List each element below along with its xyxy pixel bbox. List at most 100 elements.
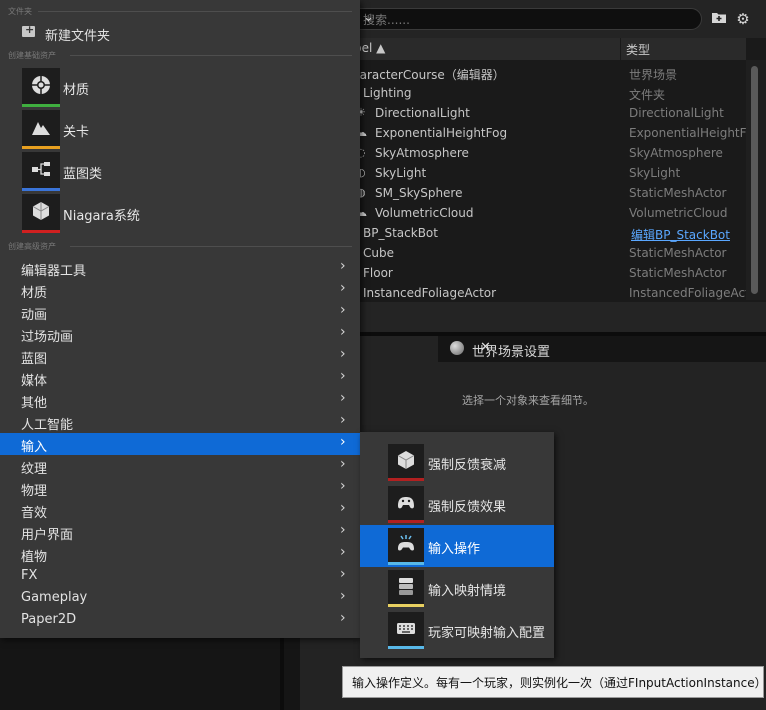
basic-asset-label: 材质 [63,83,90,98]
advanced-category-item[interactable]: 蓝图 › [0,345,360,367]
input-asset-item[interactable]: 输入映射情境 [360,567,554,609]
advanced-category-item[interactable]: 材质 › [0,279,360,301]
gear-icon[interactable]: ⚙ [734,10,752,28]
input-asset-item[interactable]: 玩家可映射输入配置 [360,609,554,651]
advanced-category-item[interactable]: 用户界面 › [0,521,360,543]
advanced-category-item[interactable]: 物理 › [0,477,360,499]
chevron-right-icon: › [340,302,346,318]
actor-type: InstancedFoliageAct [629,286,750,300]
basic-asset-item[interactable]: 蓝图类 [0,152,360,192]
outliner-row[interactable]: ◌ SkyAtmosphere SkyAtmosphere [300,143,746,163]
material-icon [22,68,60,107]
new-folder-label: 新建文件夹 [45,29,111,44]
actor-type: VolumetricCloud [629,206,728,220]
advanced-category-item[interactable]: FX › [0,565,360,587]
player-mappable-input-config-icon [388,612,424,649]
actor-name: haracterCourse（编辑器） [352,68,505,82]
chevron-right-icon: › [340,456,346,472]
advanced-category-item[interactable]: 纹理 › [0,455,360,477]
column-divider[interactable] [620,38,621,60]
category-label: 音效 [21,506,48,521]
outliner-row[interactable]: ☁ VolumetricCloud VolumetricCloud [300,203,746,223]
tab-details[interactable]: ✕ [360,336,491,362]
splitter[interactable] [280,636,284,710]
input-asset-item[interactable]: 输入操作 [360,525,554,567]
category-label: 媒体 [21,374,48,389]
chevron-right-icon: › [340,610,346,626]
actor-type: DirectionalLight [629,106,724,120]
edit-blueprint-link[interactable]: 编辑BP_StackBot [631,226,730,243]
chevron-right-icon: › [340,280,346,296]
advanced-category-item[interactable]: 输入 › [0,433,360,455]
search-input[interactable]: 搜索...... ⌄ [348,8,702,30]
outliner-row[interactable]: ◍ SM_SkySphere StaticMeshActor [300,183,746,203]
actor-name: Cube [363,246,394,260]
advanced-category-item[interactable]: 其他 › [0,389,360,411]
chevron-right-icon: › [340,544,346,560]
input-asset-item[interactable]: 强制反馈衰减 [360,441,554,483]
outliner-row[interactable]: BP_StackBot 编辑BP_StackBot [300,223,746,243]
advanced-category-item[interactable]: 编辑器工具 › [0,257,360,279]
section-folder-label: 文件夹 [8,7,32,16]
outliner-panel: 搜索...... ⌄ ⚙ bel ▲ 类型 haracterCourse（编辑器… [300,0,766,302]
outliner-row[interactable]: Lighting 文件夹 [300,83,746,103]
chevron-right-icon: › [340,258,346,274]
section-divider [70,246,352,247]
category-label: 蓝图 [21,352,48,367]
basic-asset-item[interactable]: 材质 [0,68,360,108]
actor-type: StaticMeshActor [629,246,727,260]
input-mapping-context-icon [388,570,424,607]
outliner-scrollbar[interactable] [751,66,758,294]
niagara-system-icon [22,194,60,233]
chevron-down-icon[interactable]: ⌄ [363,10,695,25]
input-asset-label: 输入操作 [428,542,481,557]
input-asset-label: 强制反馈衰减 [428,458,507,473]
advanced-category-item[interactable]: Gameplay › [0,587,360,609]
actor-type: ExponentialHeightFo [629,126,754,140]
category-label: 输入 [21,440,48,455]
left-background [0,636,300,710]
category-label: 纹理 [21,462,48,477]
tooltip: 输入操作定义。每有一个玩家，则实例化一次（通过FInputActionInsta… [342,666,766,698]
section-advanced-label: 创建高级资产 [8,242,56,251]
actor-name: SM_SkySphere [375,186,463,200]
chevron-right-icon: › [340,434,346,450]
input-action-icon [388,528,424,565]
outliner-row[interactable]: ☁ ExponentialHeightFog ExponentialHeightFo [300,123,753,143]
advanced-category-item[interactable]: 媒体 › [0,367,360,389]
outliner-status-bar [300,302,766,332]
advanced-category-item[interactable]: 人工智能 › [0,411,360,433]
column-type[interactable]: 类型 [626,41,650,58]
chevron-right-icon: › [340,500,346,516]
section-divider [70,55,352,56]
outliner-row[interactable]: ☀ DirectionalLight DirectionalLight [300,103,746,123]
add-asset-context-menu: 文件夹 新建文件夹 创建基础资产 材质关卡蓝图类Niagara系统 创建高级资产… [0,0,360,638]
actor-name: VolumetricCloud [375,206,474,220]
outliner-row[interactable]: Cube StaticMeshActor [300,243,746,263]
basic-asset-item[interactable]: Niagara系统 [0,194,360,234]
details-tab-bar: ✕ 世界场景设置 [300,336,766,362]
new-folder-button[interactable]: 新建文件夹 [0,22,360,44]
input-asset-item[interactable]: 强制反馈效果 [360,483,554,525]
basic-asset-label: 蓝图类 [63,167,103,182]
blueprint-class-icon [22,152,60,191]
force-feedback-attenuation-icon [388,444,424,481]
outliner-column-header: bel ▲ 类型 [300,38,746,61]
outliner-row[interactable]: InstancedFoliageActor InstancedFoliageAct [300,283,750,303]
actor-type: StaticMeshActor [629,266,727,280]
actor-name: SkyLight [375,166,427,180]
actor-type: SkyLight [629,166,681,180]
outliner-row[interactable]: haracterCourse（编辑器） 世界场景 [300,63,746,83]
advanced-category-item[interactable]: Paper2D › [0,609,360,631]
advanced-category-item[interactable]: 音效 › [0,499,360,521]
add-folder-icon[interactable] [710,10,728,28]
level-icon [22,110,60,149]
outliner-row[interactable]: Floor StaticMeshActor [300,263,746,283]
category-label: 动画 [21,308,48,323]
advanced-category-item[interactable]: 过场动画 › [0,323,360,345]
outliner-row[interactable]: ◐ SkyLight SkyLight [300,163,746,183]
tab-world-settings[interactable]: 世界场景设置 [442,336,612,362]
advanced-category-item[interactable]: 动画 › [0,301,360,323]
advanced-category-item[interactable]: 植物 › [0,543,360,565]
basic-asset-item[interactable]: 关卡 [0,110,360,150]
